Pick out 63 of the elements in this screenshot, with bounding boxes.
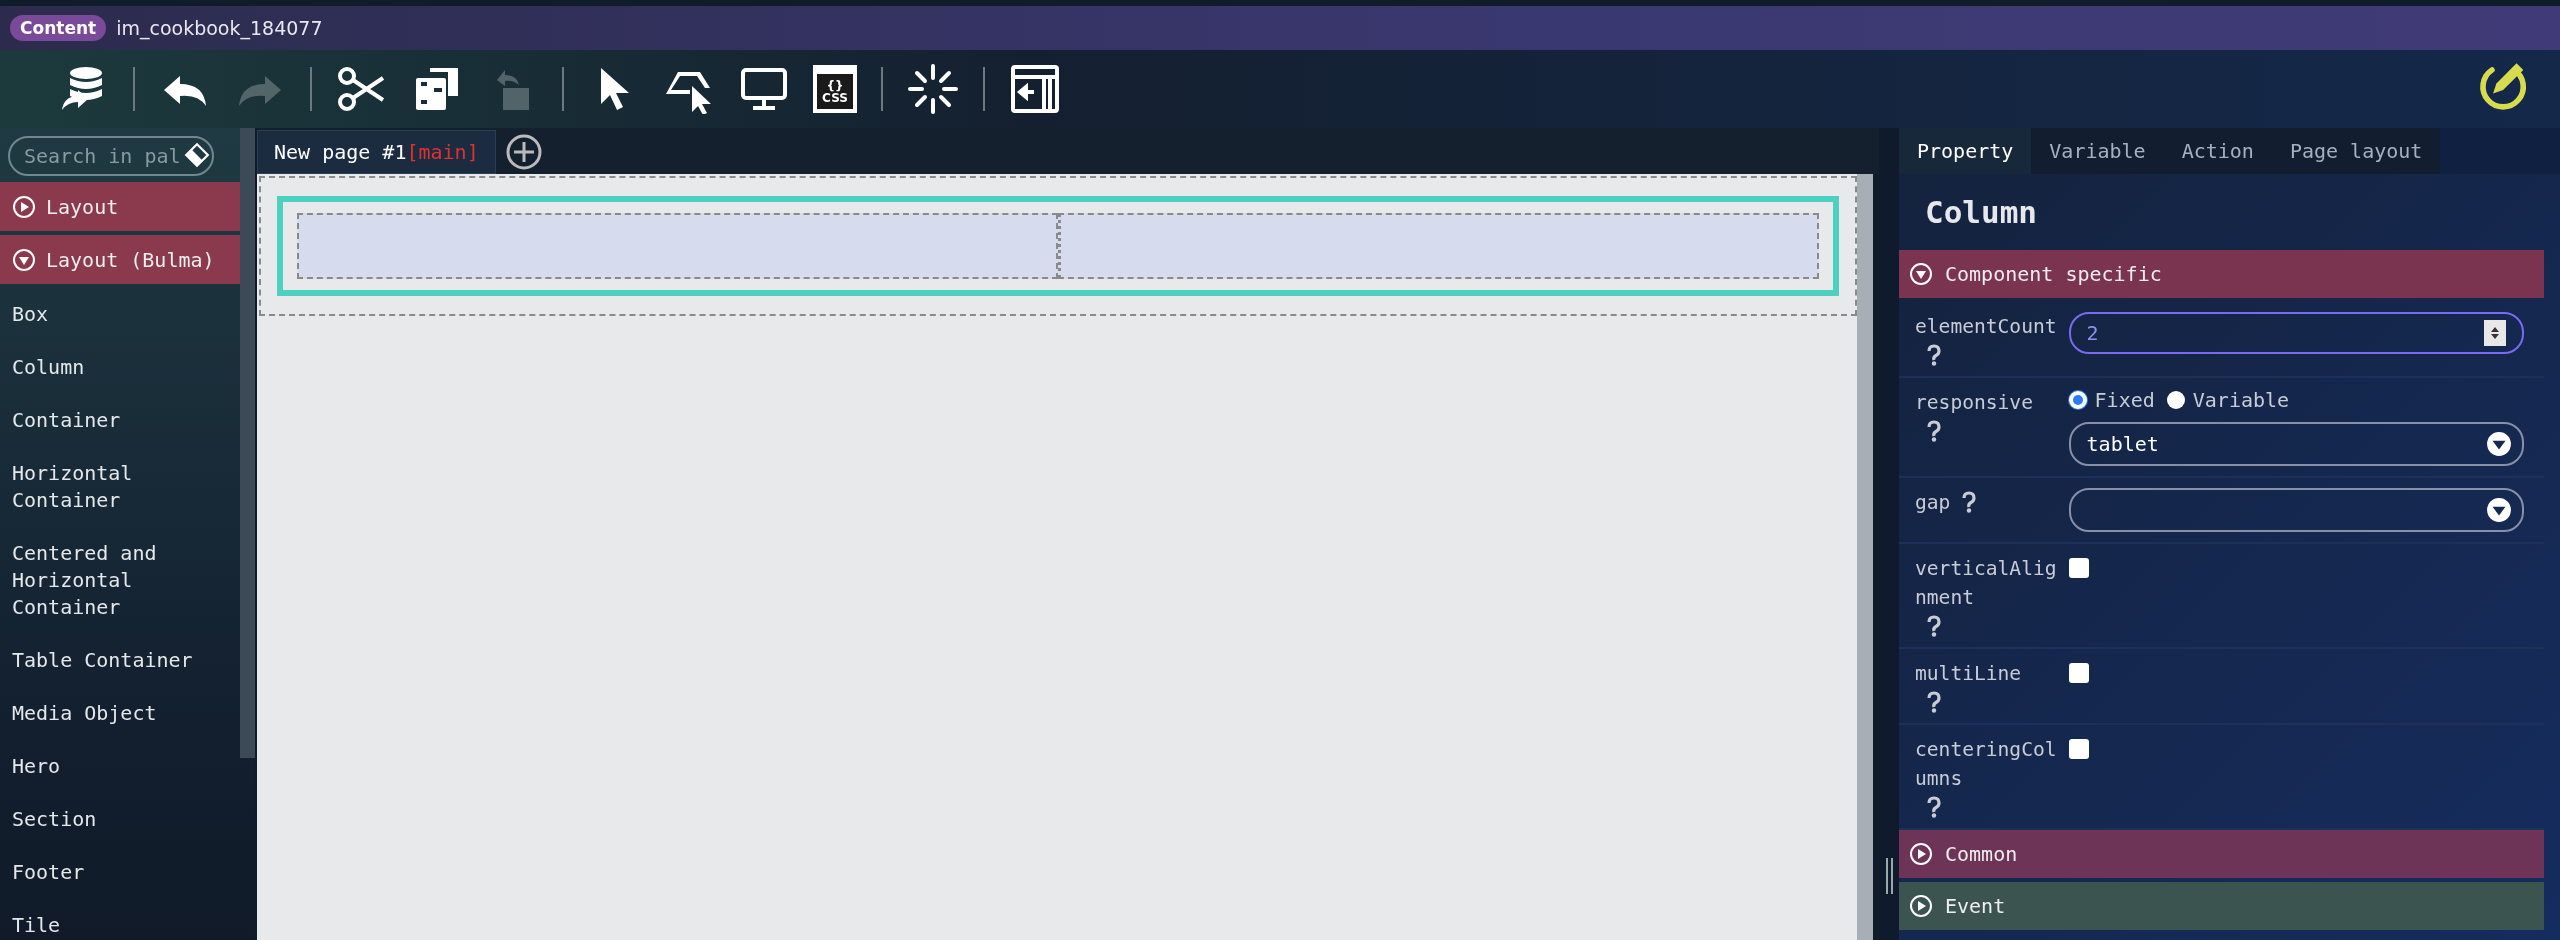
section-header[interactable]: Component specific bbox=[1899, 250, 2544, 298]
dropdown-caret-icon bbox=[2486, 497, 2512, 523]
eraser-icon[interactable] bbox=[184, 142, 210, 168]
help-icon[interactable] bbox=[1927, 796, 1941, 818]
property-tab[interactable]: Property bbox=[1899, 128, 2032, 174]
palette-item[interactable]: Table Container bbox=[0, 634, 224, 687]
palette-item[interactable]: Footer bbox=[0, 846, 224, 899]
field-label: elementCount bbox=[1915, 314, 2057, 340]
scrollbar[interactable] bbox=[1857, 174, 1873, 940]
collapse-icon bbox=[12, 247, 36, 272]
field-label: multiLine bbox=[1915, 661, 2022, 687]
palette-item[interactable]: Tile bbox=[0, 899, 224, 940]
expand-icon bbox=[1909, 842, 1933, 866]
palette-item[interactable]: Horizontal Container bbox=[0, 447, 224, 527]
dropdown-caret-icon bbox=[2486, 431, 2512, 457]
section-header[interactable]: Event bbox=[1899, 882, 2544, 930]
palette-item[interactable]: Media Object bbox=[0, 687, 224, 740]
component-title: Column bbox=[1924, 193, 2038, 232]
document-title: im_cookbook_184077 bbox=[116, 17, 323, 39]
property-tab[interactable]: Action bbox=[2163, 128, 2272, 174]
stepper-icon[interactable] bbox=[2489, 325, 2501, 341]
radio-option[interactable]: Fixed bbox=[2068, 388, 2155, 412]
collapse-icon bbox=[1909, 262, 1933, 286]
help-icon[interactable] bbox=[1962, 491, 1977, 513]
checkbox[interactable] bbox=[2068, 558, 2089, 578]
column-cell[interactable] bbox=[297, 213, 1058, 279]
search-field[interactable]: Search in pal bbox=[8, 136, 214, 176]
property-tab[interactable]: Page layout bbox=[2271, 128, 2441, 174]
help-icon[interactable] bbox=[1927, 691, 1941, 713]
expand-icon bbox=[1909, 894, 1933, 918]
palette-item[interactable]: Hero bbox=[0, 740, 224, 793]
field-label: centeringColumns bbox=[1915, 737, 2057, 792]
panel-icon[interactable] bbox=[1010, 64, 1060, 114]
checkbox[interactable] bbox=[2068, 739, 2089, 759]
content-badge: Content bbox=[10, 15, 107, 41]
palette-group-header[interactable]: Layout (Bulma) bbox=[0, 235, 240, 284]
column-cell[interactable] bbox=[1057, 213, 1819, 279]
palette-item[interactable]: Box bbox=[0, 288, 224, 341]
spinner-icon[interactable] bbox=[908, 64, 958, 114]
page-tab[interactable]: New page #1[main] bbox=[257, 130, 496, 174]
help-icon[interactable] bbox=[1927, 344, 1941, 366]
palette-item[interactable]: Column bbox=[0, 341, 224, 394]
palette-item[interactable]: Container bbox=[0, 394, 224, 447]
field-label: responsive bbox=[1915, 390, 2033, 416]
selected-column-component[interactable] bbox=[277, 196, 1839, 296]
help-icon[interactable] bbox=[1927, 615, 1941, 637]
field-label: gap bbox=[1915, 490, 1951, 516]
palette-item[interactable]: Section bbox=[0, 793, 224, 846]
section-header[interactable]: Common bbox=[1899, 830, 2544, 878]
radio-option[interactable]: Variable bbox=[2166, 388, 2290, 412]
css-button[interactable]: {} CSS bbox=[814, 66, 856, 112]
expand-icon bbox=[12, 194, 36, 219]
select-field[interactable] bbox=[2068, 488, 2524, 532]
scrollbar[interactable] bbox=[240, 128, 255, 758]
property-tab[interactable]: Variable bbox=[2031, 128, 2164, 174]
scissors-icon[interactable] bbox=[337, 64, 387, 114]
palette-item[interactable]: Centered and Horizontal Container bbox=[0, 527, 224, 634]
number-field[interactable]: 2 bbox=[2068, 312, 2524, 354]
checkbox[interactable] bbox=[2068, 663, 2089, 683]
palette-group-header[interactable]: Layout bbox=[0, 182, 240, 231]
help-icon[interactable] bbox=[1927, 420, 1941, 442]
field-label: verticalAlignment bbox=[1915, 556, 2057, 611]
select-field[interactable]: tablet bbox=[2068, 422, 2524, 466]
